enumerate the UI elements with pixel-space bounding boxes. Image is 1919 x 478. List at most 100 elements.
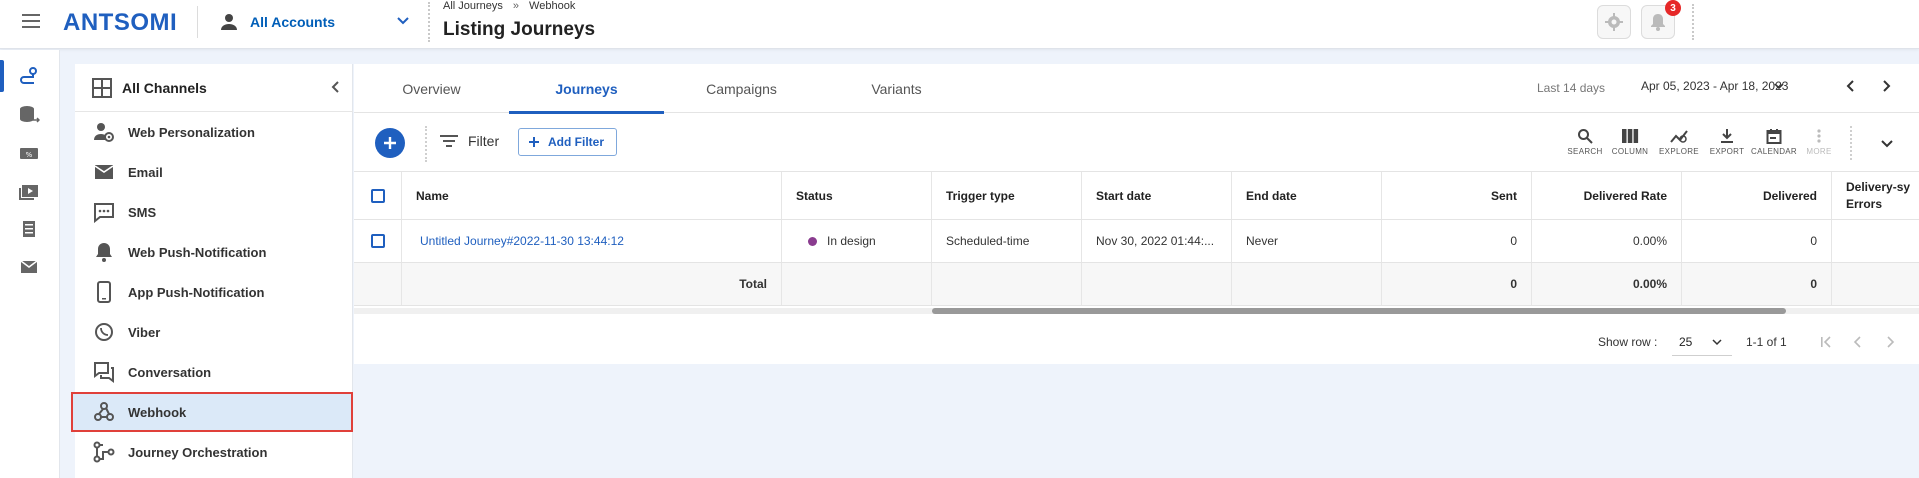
menu-icon[interactable] bbox=[20, 10, 42, 32]
settings-button[interactable] bbox=[1597, 5, 1631, 39]
column-header-delivered[interactable]: Delivered bbox=[1682, 172, 1832, 219]
journey-name-link[interactable]: Untitled Journey#2022-11-30 13:44:12 bbox=[420, 234, 624, 248]
tool-label: MORE bbox=[1806, 147, 1832, 156]
channel-item-email[interactable]: Email bbox=[75, 152, 353, 192]
channel-item-journey-orchestration[interactable]: Journey Orchestration bbox=[75, 432, 353, 472]
channel-item-web-push-notification[interactable]: Web Push-Notification bbox=[75, 232, 353, 272]
sms-icon bbox=[92, 200, 116, 224]
rows-per-page-select[interactable]: 25 bbox=[1672, 328, 1732, 356]
user-icon bbox=[220, 13, 238, 31]
breadcrumb-item-all-journeys[interactable]: All Journeys bbox=[443, 0, 503, 12]
tool-label: COLUMN bbox=[1611, 147, 1649, 156]
first-page-icon[interactable] bbox=[1817, 333, 1835, 351]
mobile-icon bbox=[92, 280, 116, 304]
logo: ANTSOMI bbox=[63, 9, 178, 36]
horizontal-scrollbar[interactable] bbox=[354, 308, 1919, 314]
table-row: Untitled Journey#2022-11-30 13:44:12 In … bbox=[354, 220, 1919, 263]
column-header-delivered-rate[interactable]: Delivered Rate bbox=[1532, 172, 1682, 219]
column-header-trigger-type[interactable]: Trigger type bbox=[932, 172, 1082, 219]
tab-journeys[interactable]: Journeys bbox=[509, 64, 664, 114]
gear-icon bbox=[1604, 12, 1624, 32]
tab-overview[interactable]: Overview bbox=[354, 64, 509, 113]
total-empty-cell bbox=[782, 263, 932, 305]
channel-label: Conversation bbox=[128, 364, 212, 380]
status-dot bbox=[808, 236, 817, 246]
name-cell: Untitled Journey#2022-11-30 13:44:12 bbox=[402, 220, 782, 262]
status-cell: In design bbox=[782, 220, 932, 262]
tab-campaigns[interactable]: Campaigns bbox=[664, 64, 819, 113]
plus-icon bbox=[528, 136, 540, 148]
catalog-icon[interactable] bbox=[14, 214, 44, 244]
total-sent-cell: 0 bbox=[1382, 263, 1532, 305]
media-icon[interactable] bbox=[14, 176, 44, 206]
channel-item-sms[interactable]: SMS bbox=[75, 192, 353, 232]
column-header-name[interactable]: Name bbox=[402, 172, 782, 219]
column-header-start-date[interactable]: Start date bbox=[1082, 172, 1232, 219]
tab-variants[interactable]: Variants bbox=[819, 64, 974, 113]
calendar-icon bbox=[1766, 128, 1782, 144]
tool-label: EXPLORE bbox=[1659, 147, 1699, 156]
bell-icon bbox=[1648, 12, 1668, 32]
grid-icon bbox=[92, 77, 112, 98]
all-channels-label: All Channels bbox=[122, 79, 207, 96]
export-tool[interactable]: EXPORT bbox=[1705, 128, 1749, 162]
date-range-picker[interactable]: Apr 05, 2023 - Apr 18, 2023 bbox=[1629, 72, 1799, 100]
rows-per-page-value: 25 bbox=[1679, 334, 1693, 349]
add-filter-button[interactable]: Add Filter bbox=[518, 128, 617, 156]
channel-label: SMS bbox=[128, 204, 157, 220]
channel-item-webhook[interactable]: Webhook bbox=[71, 392, 353, 432]
column-header-sent[interactable]: Sent bbox=[1382, 172, 1532, 219]
account-selector[interactable]: All Accounts bbox=[220, 8, 415, 36]
account-label: All Accounts bbox=[250, 14, 336, 30]
channel-item-app-push-notification[interactable]: App Push-Notification bbox=[75, 272, 353, 312]
scrollbar-thumb[interactable] bbox=[932, 308, 1786, 314]
channel-label: Viber bbox=[128, 324, 161, 340]
filter-button[interactable]: Filter bbox=[440, 133, 499, 149]
plus-icon bbox=[383, 136, 397, 150]
svg-text:%: % bbox=[26, 151, 33, 159]
row-checkbox[interactable] bbox=[370, 234, 385, 248]
column-header-delivery-system-errors[interactable]: Delivery-sy Errors bbox=[1832, 172, 1919, 219]
explore-icon bbox=[1670, 128, 1688, 144]
mail-icon[interactable] bbox=[14, 252, 44, 282]
select-all-checkbox[interactable] bbox=[370, 188, 385, 203]
column-header-end-date[interactable]: End date bbox=[1232, 172, 1382, 219]
explore-tool[interactable]: EXPLORE bbox=[1657, 128, 1701, 162]
bell-icon bbox=[92, 240, 116, 264]
ticket-icon[interactable]: % bbox=[14, 138, 44, 168]
channel-item-viber[interactable]: Viber bbox=[75, 312, 353, 352]
collapse-panel-icon[interactable] bbox=[329, 80, 343, 94]
divider bbox=[1850, 126, 1852, 160]
breadcrumb-separator: » bbox=[512, 0, 520, 12]
calendar-tool[interactable]: CALENDAR bbox=[1751, 128, 1797, 162]
all-channels-header[interactable]: All Channels bbox=[75, 64, 353, 112]
chevron-down-icon bbox=[1773, 80, 1785, 92]
channel-label: App Push-Notification bbox=[128, 284, 265, 300]
journeys-table: Name Status Trigger type Start date End … bbox=[354, 171, 1919, 318]
next-page-icon[interactable] bbox=[1881, 333, 1899, 351]
chevron-down-icon[interactable] bbox=[1879, 135, 1895, 151]
column-icon bbox=[1621, 128, 1639, 144]
create-journey-button[interactable] bbox=[375, 128, 405, 158]
add-filter-label: Add Filter bbox=[548, 135, 604, 149]
channel-item-conversation[interactable]: Conversation bbox=[75, 352, 353, 392]
column-header-status[interactable]: Status bbox=[782, 172, 932, 219]
total-spacer-cell bbox=[354, 263, 402, 305]
page-range: 1-1 of 1 bbox=[1746, 335, 1787, 349]
tab-bar: Overview Journeys Campaigns Variants Las… bbox=[354, 64, 1919, 114]
previous-period-icon[interactable] bbox=[1843, 78, 1859, 94]
chevron-down-icon bbox=[396, 14, 410, 28]
column-tool[interactable]: COLUMN bbox=[1608, 128, 1652, 162]
data-icon[interactable] bbox=[14, 100, 44, 130]
search-tool[interactable]: SEARCH bbox=[1563, 128, 1607, 162]
breadcrumb-item-webhook[interactable]: Webhook bbox=[529, 0, 575, 12]
channel-item-web-personalization[interactable]: Web Personalization bbox=[75, 112, 353, 152]
journey-icon[interactable] bbox=[14, 62, 44, 92]
chevron-down-icon bbox=[1712, 337, 1722, 347]
more-vertical-icon bbox=[1811, 128, 1827, 144]
channel-label: Journey Orchestration bbox=[128, 444, 268, 460]
previous-page-icon[interactable] bbox=[1849, 333, 1867, 351]
table-header-row: Name Status Trigger type Start date End … bbox=[354, 172, 1919, 220]
more-tool[interactable]: MORE bbox=[1797, 128, 1841, 162]
next-period-icon[interactable] bbox=[1878, 78, 1894, 94]
